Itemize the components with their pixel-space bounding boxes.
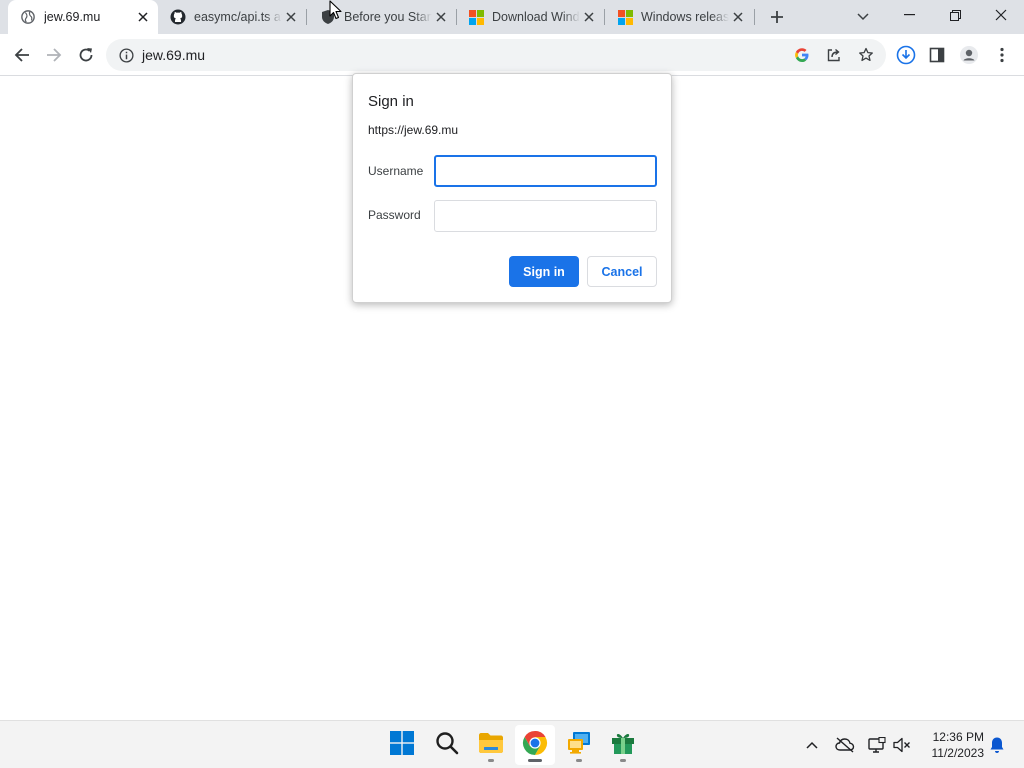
- username-label: Username: [368, 164, 424, 178]
- chrome-taskbar-button[interactable]: [515, 725, 555, 765]
- tab-strip: jew.69.mu easymc/api.ts at Before you St…: [0, 0, 1024, 34]
- gift-icon: [610, 731, 636, 760]
- github-icon: [170, 9, 186, 25]
- remote-desktop-icon: [566, 731, 592, 760]
- tab-title: easymc/api.ts at: [194, 10, 282, 24]
- close-tab-icon[interactable]: [729, 8, 747, 26]
- sign-in-dialog: Sign in https://jew.69.mu Username Passw…: [352, 73, 672, 303]
- dialog-origin: https://jew.69.mu: [368, 123, 459, 137]
- close-tab-icon[interactable]: [432, 8, 450, 26]
- file-explorer-button[interactable]: [471, 725, 511, 765]
- volume-muted-icon[interactable]: [890, 733, 914, 757]
- back-button[interactable]: [7, 40, 37, 70]
- microsoft-icon: [468, 9, 484, 25]
- tab-easymc-api[interactable]: easymc/api.ts at: [158, 0, 306, 34]
- onedrive-offline-icon[interactable]: [833, 733, 857, 757]
- tab-download-windows[interactable]: Download Wind: [456, 0, 604, 34]
- close-tab-icon[interactable]: [580, 8, 598, 26]
- close-window-button[interactable]: [978, 0, 1024, 30]
- tab-title: Windows releas: [641, 10, 729, 24]
- tab-jew-69-mu[interactable]: jew.69.mu: [8, 0, 158, 34]
- dialog-title: Sign in: [368, 93, 414, 110]
- system-clock[interactable]: 12:36 PM 11/2/2023: [918, 729, 985, 761]
- sign-in-button[interactable]: Sign in: [509, 256, 579, 287]
- downloads-button[interactable]: [891, 40, 921, 70]
- address-bar[interactable]: jew.69.mu: [106, 39, 886, 71]
- google-translate-icon[interactable]: [788, 41, 816, 69]
- running-indicator: [488, 759, 494, 762]
- tab-separator: [754, 9, 755, 25]
- running-indicator: [620, 759, 626, 762]
- gift-app-button[interactable]: [603, 725, 643, 765]
- search-icon: [435, 731, 459, 760]
- running-indicator: [576, 759, 582, 762]
- remote-desktop-button[interactable]: [559, 725, 599, 765]
- tab-title: Download Wind: [492, 10, 580, 24]
- windows-start-icon: [390, 730, 414, 760]
- network-icon[interactable]: [865, 733, 889, 757]
- new-tab-button[interactable]: [764, 4, 790, 30]
- password-field[interactable]: [434, 200, 657, 232]
- show-hidden-icons-button[interactable]: [800, 733, 824, 757]
- tab-title: Before you Start: [344, 10, 432, 24]
- reload-button[interactable]: [71, 40, 101, 70]
- mouse-cursor-icon: [329, 0, 343, 20]
- profile-avatar[interactable]: [954, 40, 984, 70]
- site-info-icon[interactable]: [112, 41, 140, 69]
- password-label: Password: [368, 208, 421, 222]
- cancel-button[interactable]: Cancel: [587, 256, 657, 287]
- browser-toolbar: jew.69.mu: [0, 34, 1024, 76]
- microsoft-icon: [617, 9, 633, 25]
- more-menu-icon[interactable]: [987, 40, 1017, 70]
- chrome-icon: [522, 730, 548, 761]
- address-text[interactable]: jew.69.mu: [142, 47, 205, 63]
- notification-bell-icon[interactable]: [985, 733, 1009, 757]
- tab-separator: [306, 9, 307, 25]
- tab-search-button[interactable]: [850, 4, 876, 30]
- restore-button[interactable]: [932, 0, 978, 30]
- tab-title: jew.69.mu: [44, 10, 101, 24]
- file-explorer-icon: [478, 732, 504, 759]
- taskbar-search-button[interactable]: [427, 725, 467, 765]
- taskbar: 12:36 PM 11/2/2023: [0, 720, 1024, 768]
- username-field[interactable]: [434, 155, 657, 187]
- share-icon[interactable]: [820, 41, 848, 69]
- tab-windows-release[interactable]: Windows releas: [605, 0, 753, 34]
- minimize-button[interactable]: [886, 0, 932, 30]
- running-indicator: [528, 759, 542, 762]
- globe-icon: [20, 9, 36, 25]
- forward-button[interactable]: [39, 40, 69, 70]
- bookmark-star-icon[interactable]: [852, 41, 880, 69]
- side-panel-button[interactable]: [922, 40, 952, 70]
- start-button[interactable]: [382, 725, 422, 765]
- close-tab-icon[interactable]: [134, 8, 152, 26]
- close-tab-icon[interactable]: [282, 8, 300, 26]
- clock-date: 11/2/2023: [931, 746, 985, 760]
- clock-time: 12:36 PM: [932, 730, 984, 744]
